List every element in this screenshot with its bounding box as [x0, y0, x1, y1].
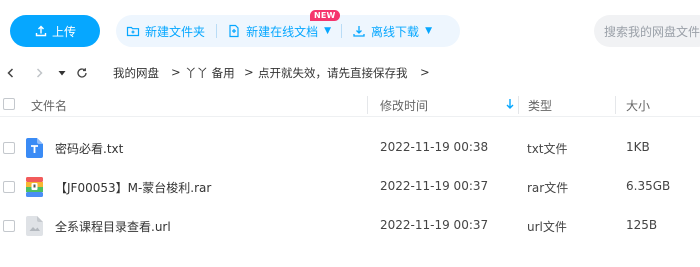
column-header-name[interactable]: 文件名 [31, 97, 67, 114]
back-icon[interactable] [4, 62, 18, 84]
sort-descending-icon[interactable] [505, 98, 515, 110]
file-table: 文件名 修改时间 类型 大小 密码必看.txt 2022-11-19 00:38… [0, 92, 700, 246]
table-row[interactable]: 密码必看.txt 2022-11-19 00:38 txt文件 1KB [0, 129, 700, 168]
search-input[interactable]: 搜索我的网盘文件 [594, 15, 700, 47]
forward-icon[interactable] [32, 62, 46, 84]
breadcrumb-separator: > [420, 65, 430, 79]
offline-download-button[interactable]: 离线下载 ▼ [342, 15, 460, 47]
file-modified: 2022-11-19 00:38 [380, 140, 489, 154]
offline-download-label: 离线下载 [371, 24, 420, 39]
column-header-size[interactable]: 大小 [626, 97, 650, 114]
chevron-down-icon: ▼ [425, 26, 432, 36]
column-divider [615, 96, 616, 114]
file-size: 6.35GB [626, 179, 671, 193]
table-row[interactable]: 【JF00053】M-蒙台梭利.rar 2022-11-19 00:37 rar… [0, 168, 700, 207]
file-name[interactable]: 密码必看.txt [55, 140, 123, 157]
column-header-type[interactable]: 类型 [528, 97, 552, 114]
new-folder-label: 新建文件夹 [145, 24, 206, 39]
upload-label: 上传 [51, 24, 76, 39]
file-type: txt文件 [527, 142, 568, 156]
upload-icon [35, 25, 47, 37]
action-group: 新建文件夹 新建在线文档 ▼ 离线下载 ▼ [116, 15, 460, 47]
row-checkbox[interactable] [3, 220, 15, 232]
file-modified: 2022-11-19 00:37 [380, 218, 489, 232]
file-modified: 2022-11-19 00:37 [380, 179, 489, 193]
new-doc-icon [229, 24, 239, 38]
toolbar: 上传 新建文件夹 新建在线文档 ▼ 离线下载 ▼ NEW 搜索我的网盘文件 [0, 0, 700, 62]
row-checkbox[interactable] [3, 142, 15, 154]
new-badge: NEW [310, 10, 340, 21]
refresh-icon[interactable] [74, 62, 90, 84]
file-name[interactable]: 全系课程目录查看.url [55, 218, 171, 235]
breadcrumb-separator: > [244, 65, 254, 79]
breadcrumb-item[interactable]: 丫丫 备用 [185, 65, 235, 81]
file-type: url文件 [527, 220, 567, 234]
breadcrumb: 我的网盘 > 丫丫 备用 > 点开就失效，请先直接保存我 > [0, 62, 700, 84]
file-name[interactable]: 【JF00053】M-蒙台梭利.rar [55, 179, 211, 196]
new-online-doc-label: 新建在线文档 [246, 24, 319, 39]
history-dropdown-icon[interactable] [56, 62, 68, 84]
column-header-modified[interactable]: 修改时间 [380, 97, 428, 114]
row-checkbox[interactable] [3, 181, 15, 193]
file-size: 125B [626, 218, 658, 232]
breadcrumb-item[interactable]: 我的网盘 [113, 65, 159, 81]
txt-file-icon [26, 138, 43, 158]
breadcrumb-item[interactable]: 点开就失效，请先直接保存我 [258, 65, 408, 81]
rar-archive-icon [26, 177, 43, 197]
table-row[interactable]: 全系课程目录查看.url 2022-11-19 00:37 url文件 125B [0, 207, 700, 246]
breadcrumb-separator: > [171, 65, 181, 79]
table-header: 文件名 修改时间 类型 大小 [0, 92, 700, 117]
new-folder-button[interactable]: 新建文件夹 [116, 15, 216, 47]
select-all-checkbox[interactable] [3, 98, 15, 110]
column-divider [518, 96, 519, 114]
file-type: rar文件 [527, 181, 569, 195]
column-divider [367, 96, 368, 114]
file-size: 1KB [626, 140, 650, 154]
download-icon [353, 26, 365, 37]
search-placeholder: 搜索我的网盘文件 [604, 24, 700, 39]
new-folder-icon [126, 26, 140, 37]
upload-button[interactable]: 上传 [10, 15, 100, 47]
chevron-down-icon: ▼ [324, 26, 332, 36]
url-file-icon [26, 216, 43, 236]
